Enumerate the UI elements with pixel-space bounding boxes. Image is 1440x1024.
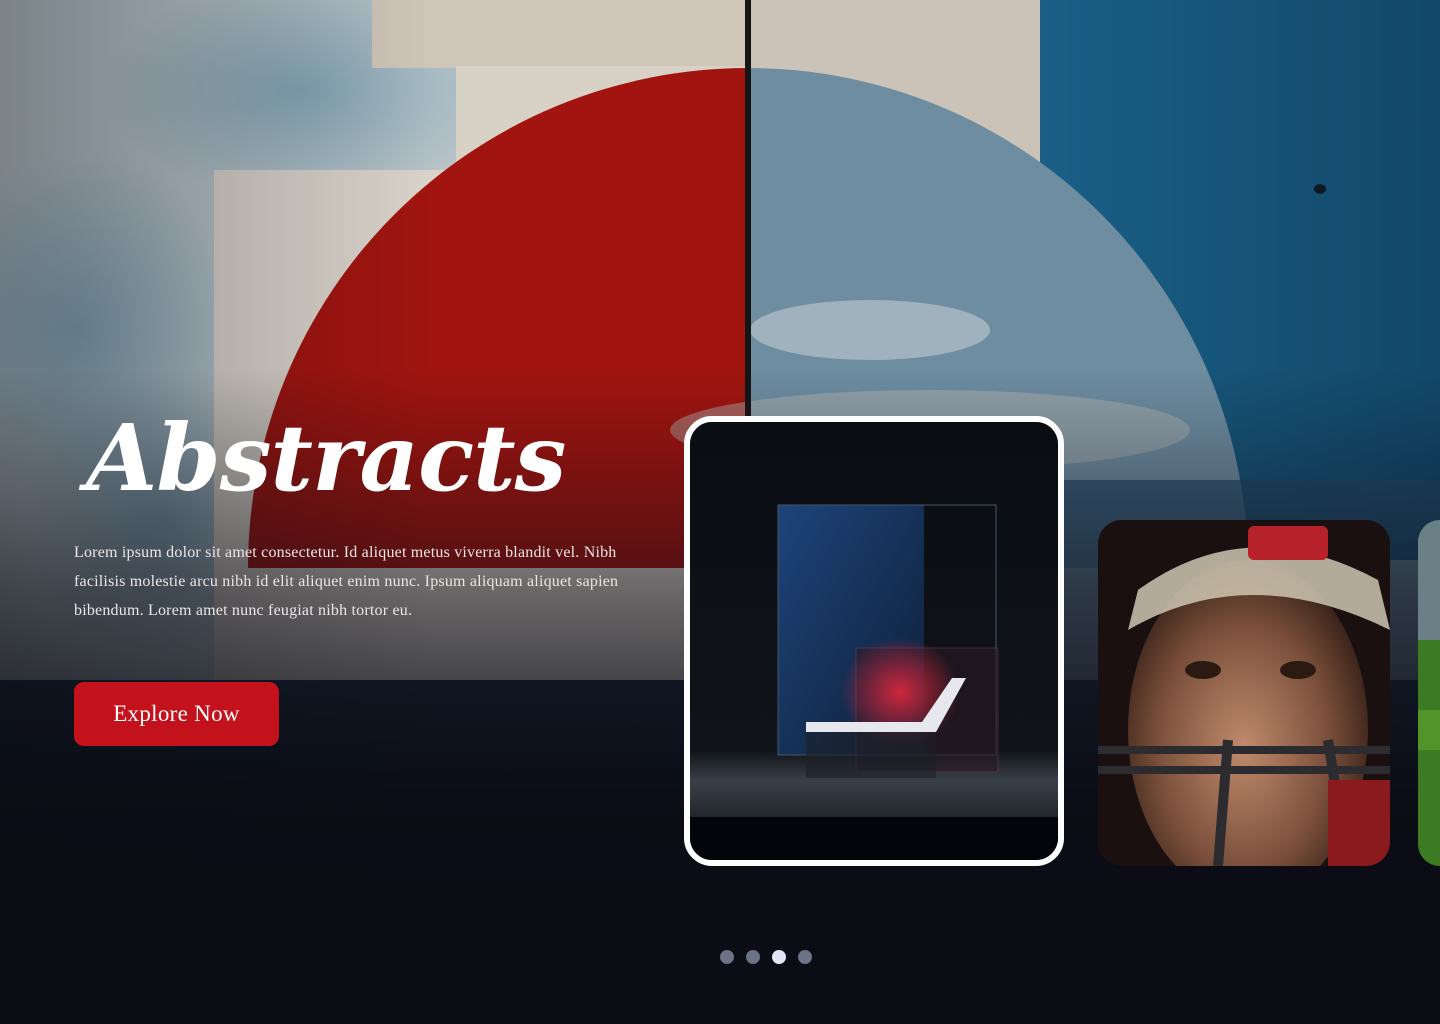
pagination-dot-2[interactable] (746, 950, 760, 964)
abstract-chair-image (690, 422, 1058, 860)
page-title: Abstracts (86, 404, 566, 512)
carousel-pagination (720, 950, 812, 964)
pagination-dot-3-active[interactable] (772, 950, 786, 964)
carousel-card-3[interactable] (1418, 520, 1440, 866)
green-landscape-image (1418, 520, 1440, 866)
carousel-card-2[interactable] (1098, 520, 1390, 866)
pagination-dot-1[interactable] (720, 950, 734, 964)
pagination-dot-4[interactable] (798, 950, 812, 964)
football-player-image (1098, 520, 1390, 866)
carousel-card-active[interactable] (684, 416, 1064, 866)
explore-now-button[interactable]: Explore Now (74, 682, 279, 746)
hero-description: Lorem ipsum dolor sit amet consectetur. … (74, 544, 619, 619)
hero-section: Abstracts Lorem ipsum dolor sit amet con… (0, 0, 1440, 1024)
